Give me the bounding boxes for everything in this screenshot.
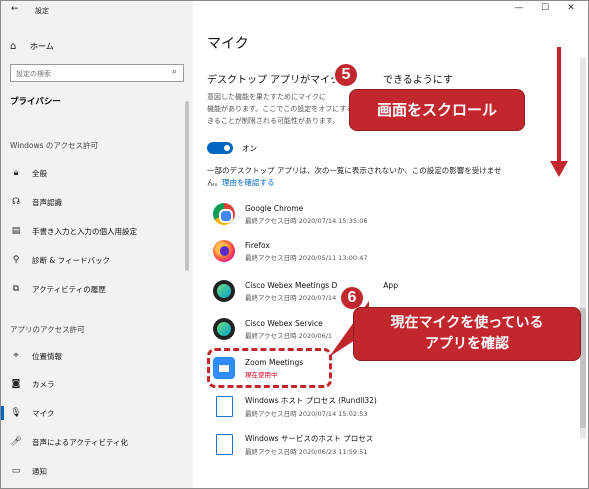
main-scrollbar[interactable] — [580, 58, 586, 438]
toggle-knob — [224, 145, 230, 151]
sidebar-item-label: ホーム — [30, 41, 54, 51]
step-5-badge: 5 — [333, 62, 359, 88]
close-button[interactable]: ✕ — [558, 3, 584, 13]
timeline-icon: ⧉ — [12, 284, 20, 294]
zoom-highlight-box — [207, 348, 332, 388]
sidebar-item-microphone[interactable]: 🎙︎ マイク — [1, 403, 185, 423]
back-arrow-icon[interactable]: ← — [11, 4, 19, 14]
sidebar-item-label: アクティビティの履歴 — [32, 284, 106, 294]
app-name-end: App — [383, 280, 398, 290]
app-name: Firefox — [245, 240, 270, 250]
app-row-firefox: Firefox 最終アクセス日時 2020/05/11 13:00:47 — [213, 235, 367, 267]
camera-icon: ◙ — [11, 379, 21, 389]
step-6-callout: 現在マイクを使っている アプリを確認 — [353, 307, 581, 361]
app-last-access: 最終アクセス日時 2020/06/1 — [245, 331, 333, 340]
app-name: Cisco Webex Meetings D App — [245, 281, 398, 290]
sidebar-item-diagnostics[interactable]: ⚲ 診断 & フィードバック — [1, 250, 185, 270]
toggle-state-label: オン — [242, 144, 257, 153]
learn-why-link[interactable]: 理由を確認する — [222, 178, 275, 187]
page-title: マイク — [207, 36, 249, 52]
section-heading-start: デスクトップ アプリがマイクに — [207, 75, 350, 86]
app-last-access: 最終アクセス日時 2020/05/11 13:00:47 — [245, 253, 368, 262]
sidebar-item-general[interactable]: 🔒︎ 全般 — [1, 163, 185, 183]
desktop-apps-note: 一部のデスクトップ アプリは、次の一覧に表示されないか、この設定の影響を受けませ… — [207, 165, 507, 189]
scroll-arrow-shaft — [557, 47, 561, 165]
search-placeholder: 設定の検索 — [16, 70, 51, 78]
desktop-apps-toggle[interactable] — [207, 142, 233, 154]
step-5-callout: 画面をスクロール — [349, 89, 525, 131]
settings-search-input[interactable]: 設定の検索 ⌕ — [10, 64, 184, 82]
notification-icon: ▭ — [11, 466, 21, 476]
sidebar-item-label: 音声によるアクティビティ化 — [32, 437, 128, 447]
chrome-icon — [213, 203, 235, 225]
app-row-google-chrome: Google Chrome 最終アクセス日時 2020/07/14 15:35:… — [213, 198, 367, 230]
sidebar-item-inking[interactable]: ▤ 手書き入力と入力の個人用設定 — [1, 221, 185, 241]
lock-icon: 🔒︎ — [13, 168, 19, 178]
window-controls: — ☐ ✕ — [506, 3, 584, 13]
windows-permissions-heading: Windows のアクセス許可 — [10, 141, 98, 150]
selection-indicator — [1, 406, 4, 420]
app-row-webex-service: Cisco Webex Service 最終アクセス日時 2020/06/1 — [213, 313, 332, 345]
settings-window: ← 設定 ⌂ ホーム 設定の検索 ⌕ プライバシー Windows のアクセス許… — [0, 0, 589, 489]
sidebar-item-home[interactable]: ⌂ ホーム — [10, 38, 54, 54]
firefox-icon — [213, 240, 235, 262]
file-icon — [213, 395, 235, 417]
app-name: Cisco Webex Service — [245, 318, 323, 328]
window-title: 設定 — [35, 7, 49, 15]
app-row-service-host: Windows サービスのホスト プロセス 最終アクセス日時 2020/06/2… — [213, 428, 373, 460]
sidebar-item-label: 手書き入力と入力の個人用設定 — [32, 226, 137, 236]
sidebar-item-camera[interactable]: ◙ カメラ — [1, 374, 185, 394]
speech-icon: ☊ — [12, 197, 20, 207]
file-icon — [213, 433, 235, 455]
sidebar-item-label: カメラ — [32, 379, 55, 389]
clipboard-icon: ▤ — [11, 226, 21, 236]
minimize-button[interactable]: — — [506, 3, 532, 13]
sidebar-item-label: マイク — [32, 408, 55, 418]
webex-icon — [213, 280, 235, 302]
location-icon: ⌖ — [13, 351, 19, 361]
sidebar-item-label: 全般 — [32, 168, 47, 178]
sidebar-item-voice-activation[interactable]: 🎤︎ 音声によるアクティビティ化 — [1, 432, 185, 452]
sidebar-item-activity-history[interactable]: ⧉ アクティビティの履歴 — [1, 279, 185, 299]
diagnostics-icon: ⚲ — [12, 255, 20, 265]
app-name: Windows ホスト プロセス (Rundll32) — [245, 395, 377, 405]
app-permissions-heading: アプリのアクセス許可 — [10, 325, 85, 334]
scroll-arrow-head-icon — [550, 161, 568, 177]
app-last-access: 最終アクセス日時 2020/07/14 15:02:53 — [245, 409, 368, 418]
section-heading: デスクトップ アプリがマイクに できるようにする — [207, 71, 457, 101]
sidebar-item-label: 位置情報 — [32, 351, 62, 361]
sidebar-item-label: 通知 — [32, 466, 47, 476]
home-icon: ⌂ — [10, 40, 17, 52]
sidebar-item-label: 音声認識 — [32, 197, 62, 207]
sidebar-item-label: 診断 & フィードバック — [32, 255, 110, 265]
sidebar-item-notifications[interactable]: ▭ 通知 — [1, 461, 185, 481]
sidebar-item-speech[interactable]: ☊ 音声認識 — [1, 192, 185, 212]
sidebar-scrollbar[interactable] — [185, 101, 189, 271]
app-row-rundll32: Windows ホスト プロセス (Rundll32) 最終アクセス日時 202… — [213, 390, 377, 422]
app-name: Google Chrome — [245, 203, 304, 213]
sidebar: ← 設定 ⌂ ホーム 設定の検索 ⌕ プライバシー Windows のアクセス許… — [1, 1, 193, 488]
category-title: プライバシー — [10, 97, 61, 107]
voice-activation-icon: 🎤︎ — [10, 437, 22, 447]
app-last-access: 最終アクセス日時 2020/06/23 11:59:51 — [245, 447, 368, 456]
webex-icon — [213, 318, 235, 340]
app-name-start: Cisco Webex Meetings D — [245, 280, 338, 290]
search-icon[interactable]: ⌕ — [172, 67, 177, 77]
main-content: — ☐ ✕ マイク デスクトップ アプリがマイクに できるようにする 意図した機… — [193, 1, 588, 488]
app-last-access: 最終アクセス日時 2020/07/14 15:35:06 — [245, 216, 368, 225]
step-6-line-2: アプリを確認 — [425, 336, 509, 352]
step-6-line-1: 現在マイクを使っている — [390, 315, 544, 331]
maximize-button[interactable]: ☐ — [532, 3, 558, 13]
microphone-icon: 🎙︎ — [10, 408, 22, 418]
sidebar-item-location[interactable]: ⌖ 位置情報 — [1, 346, 185, 366]
app-name: Windows サービスのホスト プロセス — [245, 433, 374, 443]
